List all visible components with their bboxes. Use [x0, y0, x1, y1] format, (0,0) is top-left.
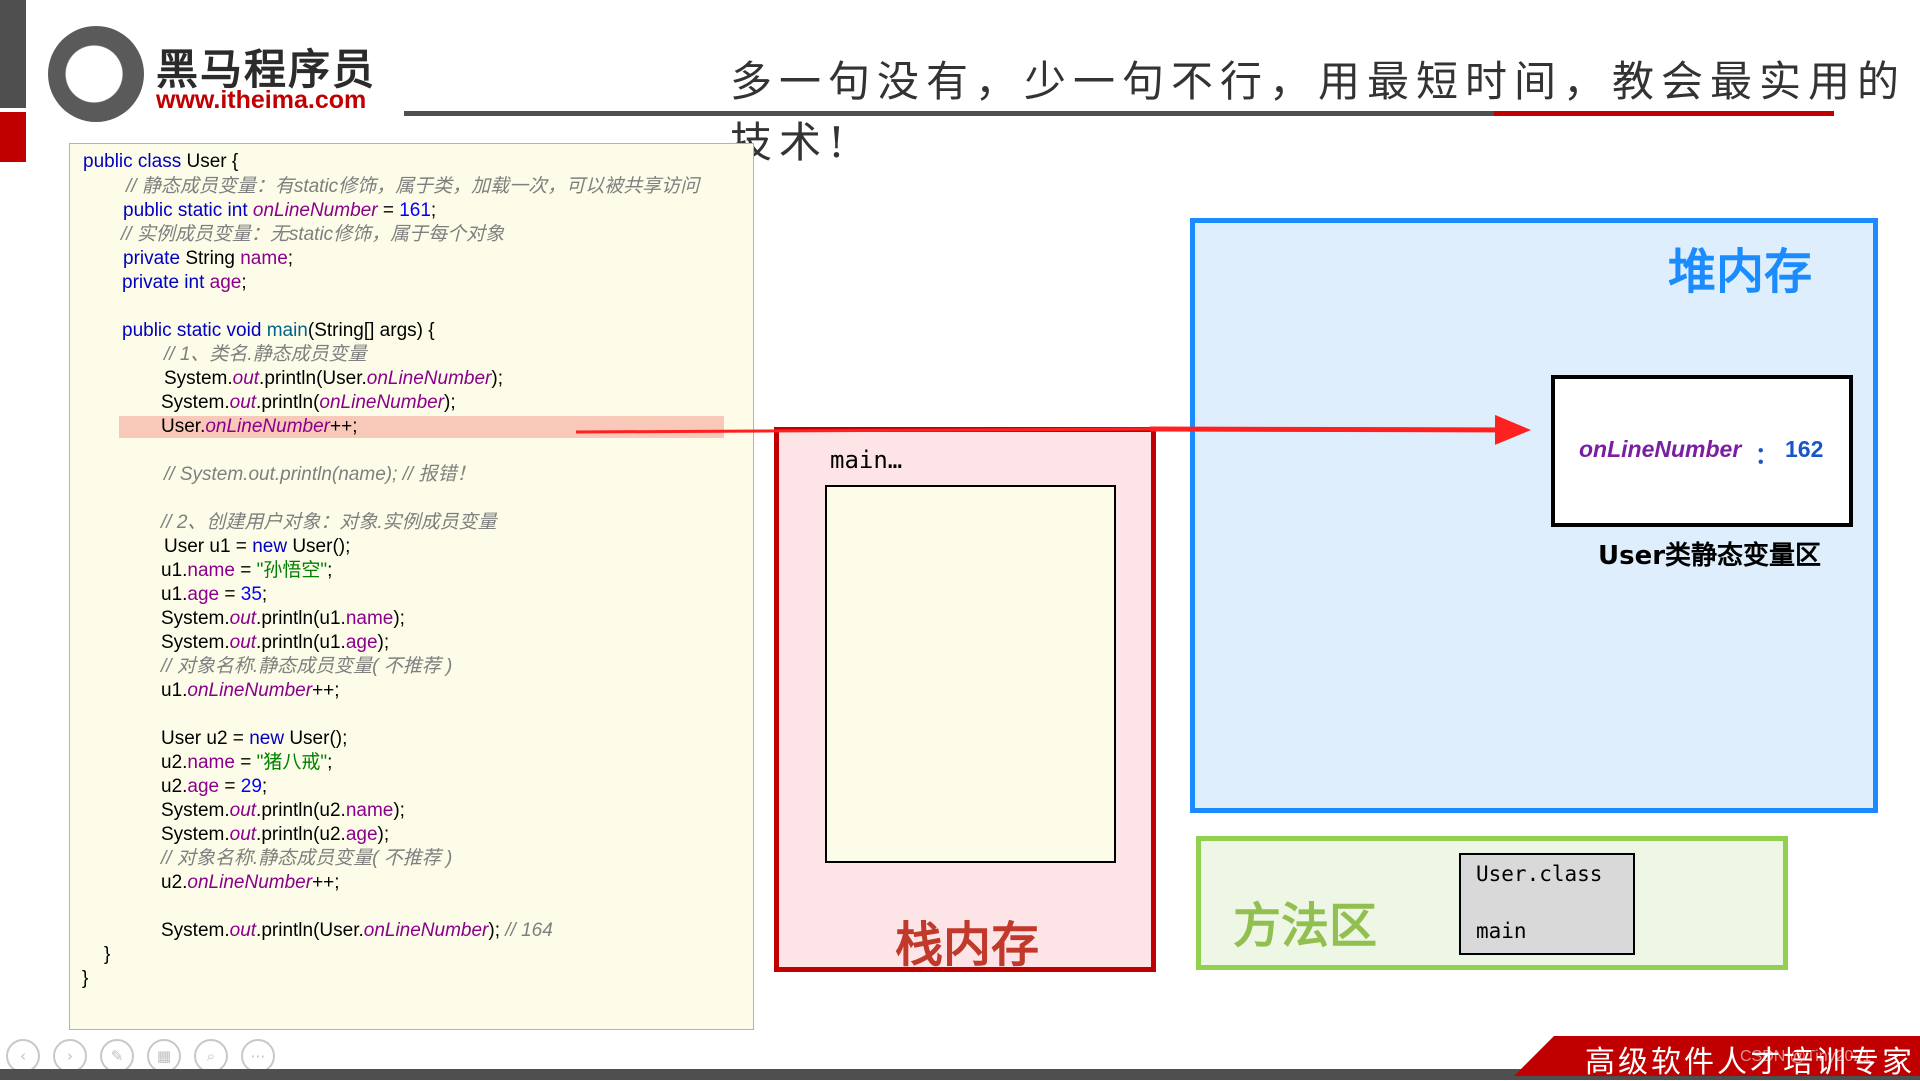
code-line-highlighted: User.onLineNumber++;: [161, 416, 358, 437]
logo: 黑马程序员 www.itheima.com: [48, 26, 378, 122]
static-field-name: onLineNumber: [1579, 436, 1742, 462]
code-line: System.out.println(u1.age);: [161, 632, 390, 653]
left-edge-accent: [0, 112, 26, 162]
method-area-title: 方法区: [1233, 898, 1378, 954]
code-comment: // 2、创建用户对象：对象.实例成员变量: [161, 512, 497, 533]
code-line: u1.age = 35;: [161, 584, 268, 605]
code-line: System.out.println(User.onLineNumber); /…: [161, 920, 553, 941]
code-comment: // 实例成员变量：无static修饰，属于每个对象: [121, 224, 505, 245]
prev-slide-icon[interactable]: ‹: [6, 1039, 40, 1073]
class-method-name: main: [1476, 919, 1527, 943]
code-line: System.out.println(onLineNumber);: [161, 392, 456, 413]
class-file-name: User.class: [1476, 862, 1603, 886]
horse-logo-icon: [48, 26, 144, 122]
static-field-colon: ：: [1755, 442, 1778, 468]
watermark: CSDN @Tiny2021: [1740, 1048, 1872, 1065]
code-comment: // 1、类名.静态成员变量: [164, 344, 367, 365]
slogan: 多一句没有，少一句不行，用最短时间，教会最实用的技术!: [730, 57, 1907, 167]
static-area-caption: User类静态变量区: [1598, 541, 1822, 571]
stack-frame-label: main…: [830, 446, 903, 474]
stack-memory-title: 栈内存: [895, 917, 1040, 973]
code-line: public static void main(String[] args) {: [122, 320, 435, 341]
code-comment: // 对象名称.静态成员变量( 不推荐 ): [161, 656, 453, 677]
code-line: u2.onLineNumber++;: [161, 872, 340, 893]
code-comment: // 对象名称.静态成员变量( 不推荐 ): [161, 848, 453, 869]
left-edge-bar: [0, 0, 26, 108]
main-stack-frame: [825, 485, 1116, 863]
more-icon[interactable]: ⋯: [241, 1039, 275, 1073]
code-line: System.out.println(u1.name);: [161, 608, 405, 629]
code-line: System.out.println(u2.name);: [161, 800, 405, 821]
code-line: u1.onLineNumber++;: [161, 680, 340, 701]
code-line: }: [82, 968, 89, 989]
zoom-icon[interactable]: ⌕: [194, 1039, 228, 1073]
code-comment: // System.out.println(name); // 报错！: [164, 464, 476, 485]
code-line: u2.name = "猪八戒";: [161, 752, 333, 773]
code-line: u2.age = 29;: [161, 776, 268, 797]
code-line: System.out.println(User.onLineNumber);: [164, 368, 503, 389]
code-line: public static int onLineNumber = 161;: [123, 200, 437, 221]
code-line: private int age;: [122, 272, 247, 293]
pen-icon[interactable]: ✎: [100, 1039, 134, 1073]
static-field-value: 162: [1785, 436, 1824, 462]
code-line: }: [104, 944, 111, 965]
brand-url: www.itheima.com: [156, 86, 367, 114]
code-line: System.out.println(u2.age);: [161, 824, 390, 845]
header-divider: [404, 111, 1494, 116]
code-comment: // 静态成员变量：有static修饰，属于类，加载一次，可以被共享访问: [126, 176, 700, 197]
code-line: User u2 = new User();: [161, 728, 348, 749]
code-line: u1.name = "孙悟空";: [161, 560, 333, 581]
slides-grid-icon[interactable]: ▦: [147, 1039, 181, 1073]
code-line: public class User {: [83, 151, 239, 172]
code-line: User u1 = new User();: [164, 536, 351, 557]
next-slide-icon[interactable]: ›: [53, 1039, 87, 1073]
code-line: private String name;: [123, 248, 294, 269]
heap-memory-title: 堆内存: [1668, 244, 1813, 300]
header-divider-accent: [1494, 111, 1834, 116]
